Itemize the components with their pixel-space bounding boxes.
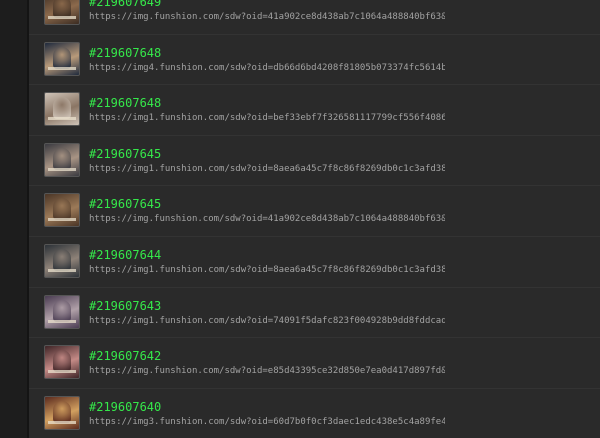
poster-figure xyxy=(53,198,71,221)
poster-caption xyxy=(48,117,76,121)
poster-thumbnail[interactable] xyxy=(44,0,80,25)
result-url[interactable]: https://img3.funshion.com/sdw?oid=60d7b0… xyxy=(89,417,445,428)
poster-figure xyxy=(53,147,71,170)
results-window: #219607649 https://img.funshion.com/sdw?o… xyxy=(0,0,600,438)
poster-thumbnail[interactable] xyxy=(44,193,80,228)
poster-figure xyxy=(53,46,71,69)
result-id[interactable]: #219607642 xyxy=(89,349,161,363)
poster-caption xyxy=(48,319,76,323)
result-url[interactable]: https://img1.funshion.com/sdw?oid=bef33e… xyxy=(89,113,445,124)
poster-caption xyxy=(48,218,76,222)
poster-thumbnail[interactable] xyxy=(44,243,80,278)
list-item[interactable]: #219607644 https://img1.funshion.com/sdw?… xyxy=(29,236,600,288)
list-item[interactable]: #219607640 https://img3.funshion.com/sdw?… xyxy=(29,388,600,438)
result-url[interactable]: https://img1.funshion.com/sdw?oid=8aea6a… xyxy=(89,164,445,175)
poster-caption xyxy=(48,66,76,70)
poster-caption xyxy=(48,167,76,171)
poster-thumbnail[interactable] xyxy=(44,41,80,76)
result-url[interactable]: https://img.funshion.com/sdw?oid=41a902c… xyxy=(89,214,445,225)
list-item[interactable]: #219607645 https://img1.funshion.com/sdw?… xyxy=(29,135,600,187)
list-item[interactable]: #219607649 https://img.funshion.com/sdw?o… xyxy=(29,0,600,35)
result-list: #219607649 https://img.funshion.com/sdw?o… xyxy=(29,0,600,438)
poster-figure xyxy=(53,299,71,322)
poster-thumbnail[interactable] xyxy=(44,294,80,329)
result-id[interactable]: #219607643 xyxy=(89,299,161,313)
poster-thumbnail[interactable] xyxy=(44,345,80,380)
poster-caption xyxy=(48,16,76,19)
result-id[interactable]: #219607645 xyxy=(89,147,161,161)
left-rail xyxy=(0,0,27,438)
result-url[interactable]: https://img4.funshion.com/sdw?oid=db66d6… xyxy=(89,63,445,74)
poster-thumbnail[interactable] xyxy=(44,92,80,127)
poster-figure xyxy=(53,350,71,373)
result-url[interactable]: https://img1.funshion.com/sdw?oid=74091f… xyxy=(89,316,445,327)
list-item[interactable]: #219607645 https://img.funshion.com/sdw?o… xyxy=(29,186,600,237)
result-id[interactable]: #219607640 xyxy=(89,400,161,414)
list-item[interactable]: #219607643 https://img1.funshion.com/sdw?… xyxy=(29,287,600,339)
poster-figure xyxy=(53,248,71,271)
result-url[interactable]: https://img.funshion.com/sdw?oid=41a902c… xyxy=(89,12,445,23)
poster-caption xyxy=(48,420,76,424)
poster-figure xyxy=(53,97,71,120)
list-item[interactable]: #219607648 https://img4.funshion.com/sdw?… xyxy=(29,34,600,86)
result-id[interactable]: #219607645 xyxy=(89,197,161,211)
result-id[interactable]: #219607644 xyxy=(89,248,161,262)
poster-thumbnail[interactable] xyxy=(44,142,80,177)
result-url[interactable]: https://img.funshion.com/sdw?oid=e85d433… xyxy=(89,366,445,377)
poster-caption xyxy=(48,268,76,272)
result-id[interactable]: #219607649 xyxy=(89,0,161,9)
poster-thumbnail[interactable] xyxy=(44,395,80,430)
list-item[interactable]: #219607648 https://img1.funshion.com/sdw?… xyxy=(29,85,600,136)
result-id[interactable]: #219607648 xyxy=(89,46,161,60)
poster-caption xyxy=(48,370,76,374)
poster-figure xyxy=(53,400,71,423)
list-item[interactable]: #219607642 https://img.funshion.com/sdw?o… xyxy=(29,338,600,389)
result-id[interactable]: #219607648 xyxy=(89,96,161,110)
result-url[interactable]: https://img1.funshion.com/sdw?oid=8aea6a… xyxy=(89,265,445,276)
